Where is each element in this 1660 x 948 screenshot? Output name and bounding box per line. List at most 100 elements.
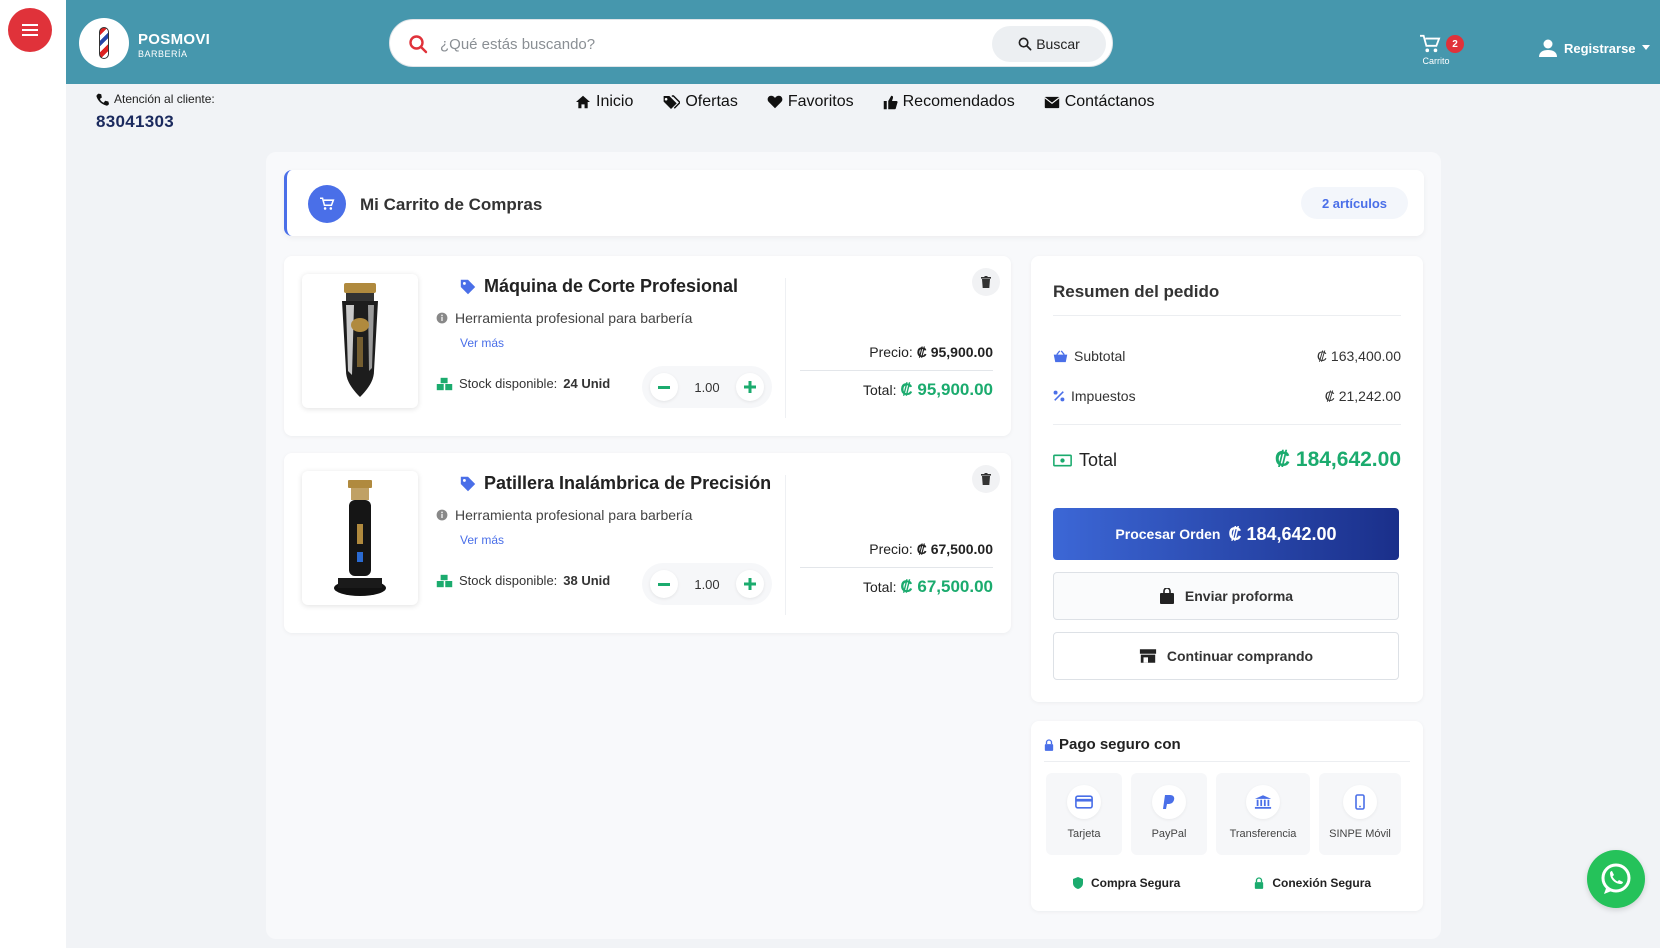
secure-payment-card: Pago seguro con Tarjeta PayPal Transfere… xyxy=(1031,721,1423,911)
info-icon xyxy=(436,509,448,521)
plus-icon xyxy=(744,578,756,590)
search-input[interactable] xyxy=(440,30,980,58)
see-more-link[interactable]: Ver más xyxy=(460,336,504,350)
shopping-bag-icon xyxy=(1159,587,1174,604)
payment-icon-wrap xyxy=(1343,785,1377,819)
total-label: Total: xyxy=(863,579,897,595)
payment-method-paypal[interactable]: PayPal xyxy=(1131,773,1207,855)
order-summary: Resumen del pedido Subtotal ₡ 163,400.00… xyxy=(1031,256,1423,702)
trash-icon xyxy=(981,473,991,485)
payment-method-label: PayPal xyxy=(1151,828,1187,840)
payment-method-tarjeta[interactable]: Tarjeta xyxy=(1046,773,1122,855)
brand-name: POSMOVI xyxy=(138,31,211,48)
register-button[interactable]: Registrarse xyxy=(1538,38,1650,58)
total-value: ₡ 184,642.00 xyxy=(1274,448,1401,471)
items-count-badge: 2 artículos xyxy=(1300,187,1408,219)
nav-item-inicio[interactable]: Inicio xyxy=(575,93,633,111)
tag-icon xyxy=(460,476,476,491)
tag-icon xyxy=(460,279,476,294)
price-label: Precio: xyxy=(869,344,913,360)
cart-count-badge: 2 xyxy=(1446,35,1464,53)
support-label: Atención al cliente: xyxy=(96,92,215,106)
payment-icon-wrap xyxy=(1067,785,1101,819)
payment-title: Pago seguro con xyxy=(1044,736,1181,753)
divider xyxy=(785,278,786,418)
left-rail xyxy=(0,0,66,948)
product-name[interactable]: Patillera Inalámbrica de Precisión xyxy=(460,473,771,494)
stock-label: Stock disponible: xyxy=(459,376,558,391)
tax-value: ₡ 21,242.00 xyxy=(1324,388,1401,404)
brand-logo[interactable] xyxy=(79,18,129,68)
payment-method-sinpe[interactable]: SINPE Móvil xyxy=(1319,773,1401,855)
search-button[interactable]: Buscar xyxy=(992,26,1106,62)
trimmer-image-icon xyxy=(334,480,386,596)
continue-shopping-button[interactable]: Continuar comprando xyxy=(1053,632,1399,680)
nav-item-contactanos[interactable]: Contáctanos xyxy=(1044,93,1155,111)
percent-icon xyxy=(1053,390,1065,402)
stock-info: Stock disponible: 24 Unid xyxy=(436,376,610,391)
minus-icon xyxy=(658,385,670,389)
divider xyxy=(1044,761,1410,762)
cart-icon xyxy=(1420,34,1441,53)
payment-method-transferencia[interactable]: Transferencia xyxy=(1216,773,1310,855)
envelope-icon xyxy=(1044,96,1060,108)
nav-item-favoritos[interactable]: Favoritos xyxy=(767,93,854,111)
total-label: Total xyxy=(1053,450,1117,471)
quantity-stepper: 1.00 xyxy=(642,563,772,605)
credit-card-icon xyxy=(1075,795,1093,809)
payment-method-label: Transferencia xyxy=(1229,828,1297,840)
support-label-text: Atención al cliente: xyxy=(114,92,215,106)
nav-label: Favoritos xyxy=(787,93,854,110)
hamburger-icon xyxy=(22,29,38,31)
nav-label: Contáctanos xyxy=(1064,93,1155,110)
decrease-quantity-button[interactable] xyxy=(650,373,678,401)
cart-label: Carrito xyxy=(1422,56,1450,66)
decrease-quantity-button[interactable] xyxy=(650,570,678,598)
stock-value: 24 Unid xyxy=(563,376,611,391)
product-name-text: Máquina de Corte Profesional xyxy=(484,276,739,296)
product-image[interactable] xyxy=(302,274,418,408)
process-order-button[interactable]: Procesar Orden ₡ 184,642.00 xyxy=(1053,508,1399,560)
see-more-link[interactable]: Ver más xyxy=(460,533,504,547)
product-image[interactable] xyxy=(302,471,418,605)
total-row: Total ₡ 184,642.00 xyxy=(1053,448,1401,472)
mobile-icon xyxy=(1355,794,1365,810)
support-phone[interactable]: 83041303 xyxy=(96,112,215,132)
total-value: ₡ 95,900.00 xyxy=(900,380,993,399)
tags-icon xyxy=(663,94,681,109)
search-bar: Buscar xyxy=(389,19,1113,67)
nav-item-recomendados[interactable]: Recomendados xyxy=(883,93,1015,111)
search-button-label: Buscar xyxy=(1036,36,1080,52)
product-description: Herramienta profesional para barbería xyxy=(436,507,692,523)
divider xyxy=(1053,315,1401,316)
cart-title-card: Mi Carrito de Compras 2 artículos xyxy=(284,170,1424,236)
search-button-icon xyxy=(1018,37,1032,51)
lock-icon xyxy=(1044,738,1054,751)
tax-label-text: Impuestos xyxy=(1071,388,1136,404)
send-proforma-button[interactable]: Enviar proforma xyxy=(1053,572,1399,620)
remove-item-button[interactable] xyxy=(972,465,1000,493)
whatsapp-button[interactable] xyxy=(1587,850,1645,908)
product-description-text: Herramienta profesional para barbería xyxy=(455,310,693,326)
quantity-value[interactable]: 1.00 xyxy=(694,577,719,592)
continue-shopping-label: Continuar comprando xyxy=(1166,648,1314,664)
nav-item-ofertas[interactable]: Ofertas xyxy=(662,93,738,111)
price-label: Precio: xyxy=(869,541,913,557)
price-value: ₡ 67,500.00 xyxy=(916,541,993,557)
paypal-icon xyxy=(1163,795,1175,809)
stock-label: Stock disponible: xyxy=(459,573,558,588)
increase-quantity-button[interactable] xyxy=(736,373,764,401)
lock-icon xyxy=(1255,877,1264,889)
plus-icon xyxy=(744,381,756,393)
product-name[interactable]: Máquina de Corte Profesional xyxy=(460,276,738,297)
quantity-value[interactable]: 1.00 xyxy=(694,380,719,395)
secure-connection-badge: Conexión Segura xyxy=(1254,876,1371,890)
trash-icon xyxy=(981,276,991,288)
menu-toggle-button[interactable] xyxy=(8,8,52,52)
payment-method-label: SINPE Móvil xyxy=(1329,828,1391,840)
payment-icon-wrap xyxy=(1152,785,1186,819)
send-proforma-label: Enviar proforma xyxy=(1184,588,1294,604)
increase-quantity-button[interactable] xyxy=(736,570,764,598)
user-icon xyxy=(1539,39,1557,57)
remove-item-button[interactable] xyxy=(972,268,1000,296)
